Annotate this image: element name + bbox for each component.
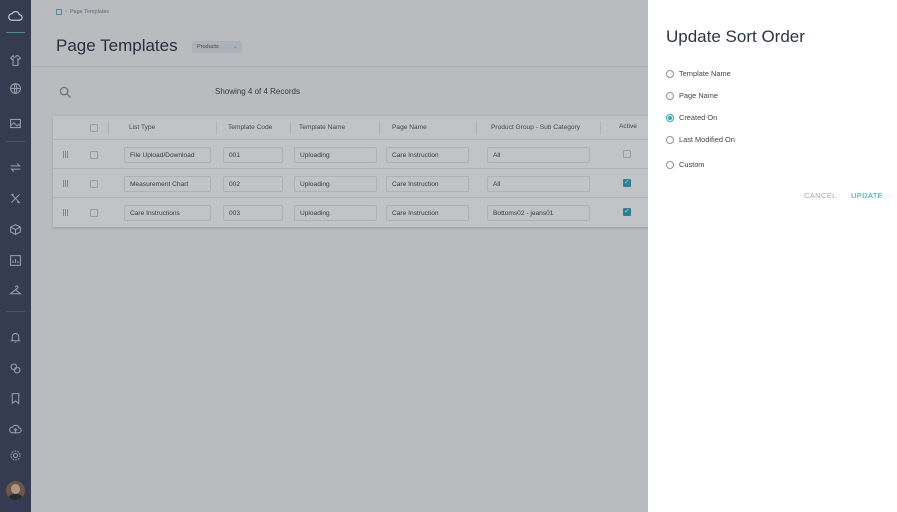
sort-option-label: Template Name <box>679 69 731 78</box>
sort-option-created-on[interactable]: Created On <box>666 113 717 122</box>
radio-button[interactable] <box>666 135 674 144</box>
sort-order-drawer: Update Sort Order Template Name Page Nam… <box>648 0 897 512</box>
radio-button-selected[interactable] <box>666 113 674 122</box>
sort-option-label: Last Modified On <box>679 135 735 144</box>
sort-option-template-name[interactable]: Template Name <box>666 69 731 78</box>
modal-backdrop[interactable] <box>0 0 648 512</box>
radio-button[interactable] <box>666 69 674 78</box>
sort-option-label: Custom <box>679 160 705 169</box>
update-button[interactable]: UPDATE <box>851 191 883 200</box>
radio-button[interactable] <box>666 91 674 100</box>
sort-option-last-modified-on[interactable]: Last Modified On <box>666 135 735 144</box>
sort-option-label: Page Name <box>679 91 719 100</box>
sort-option-custom[interactable]: Custom <box>666 160 704 169</box>
sort-option-label: Created On <box>679 113 718 122</box>
radio-button[interactable] <box>666 160 674 169</box>
sort-option-page-name[interactable]: Page Name <box>666 91 718 100</box>
cancel-button[interactable]: CANCEL <box>804 191 837 200</box>
drawer-title: Update Sort Order <box>666 27 805 46</box>
